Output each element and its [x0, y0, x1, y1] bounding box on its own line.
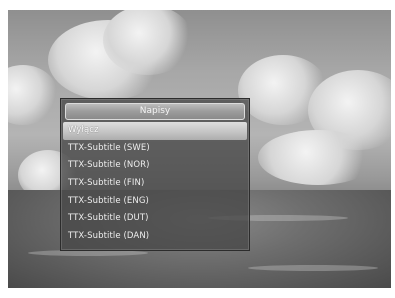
menu-item-subtitle[interactable]: TTX-Subtitle (DUT)	[63, 210, 247, 228]
menu-item-subtitle[interactable]: TTX-Subtitle (ENG)	[63, 193, 247, 211]
menu-item-subtitle[interactable]: TTX-Subtitle (NOR)	[63, 157, 247, 175]
subtitle-menu: Napisy Wyłącz TTX-Subtitle (SWE) TTX-Subti…	[60, 98, 250, 251]
menu-title: Napisy	[65, 103, 245, 120]
background-cloud	[103, 10, 193, 75]
menu-item-subtitle[interactable]: TTX-Subtitle (SWE)	[63, 140, 247, 158]
tv-screen: Napisy Wyłącz TTX-Subtitle (SWE) TTX-Subti…	[8, 10, 391, 288]
menu-item-subtitle[interactable]: TTX-Subtitle (FIN)	[63, 175, 247, 193]
menu-item-off[interactable]: Wyłącz	[63, 122, 247, 140]
background-cloud	[8, 65, 58, 125]
subtitle-options-list: Wyłącz TTX-Subtitle (SWE) TTX-Subtitle (NO…	[63, 122, 247, 246]
menu-item-subtitle[interactable]: TTX-Subtitle (DAN)	[63, 228, 247, 246]
background-cloud	[258, 130, 378, 185]
background-streak	[248, 265, 378, 271]
